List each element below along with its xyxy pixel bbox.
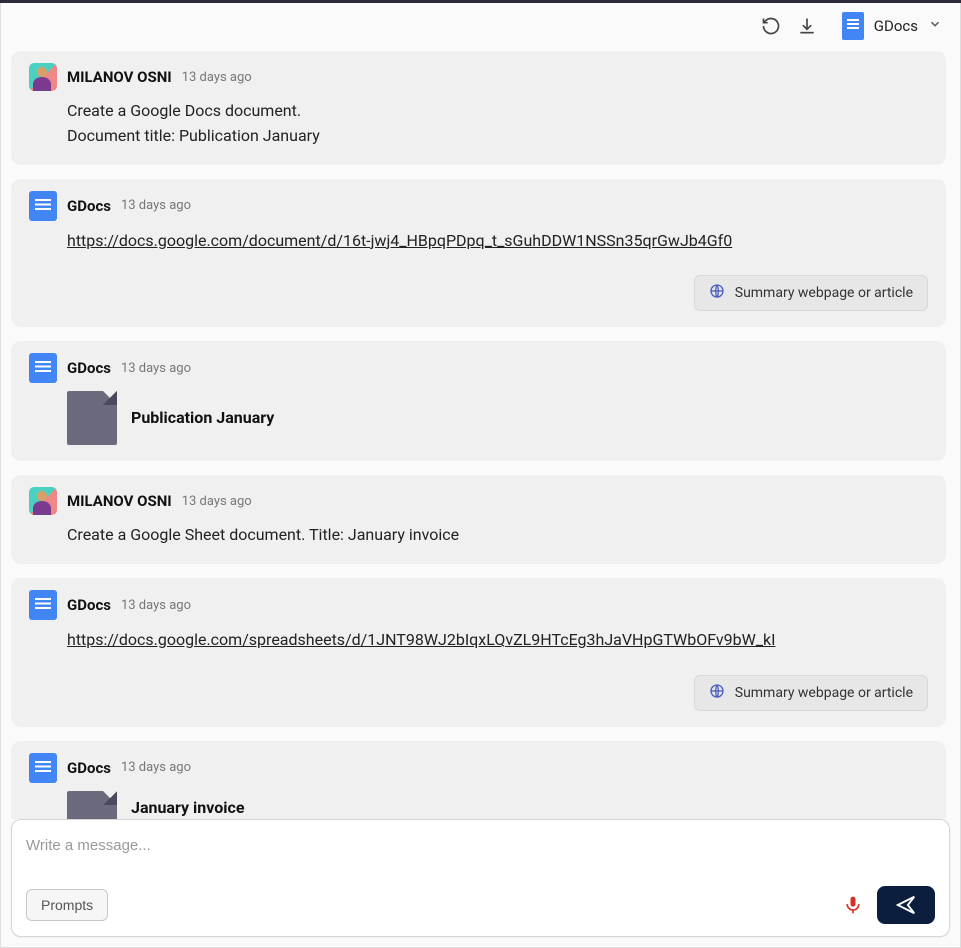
globe-icon [709, 283, 725, 303]
composer: Prompts [11, 819, 950, 937]
message-card: GDocs 13 days ago https://docs.google.co… [11, 578, 946, 727]
message-body: Create a Google Docs document. Document … [29, 99, 928, 149]
messages-scroll[interactable]: MILANOV OSNI 13 days ago Create a Google… [1, 49, 960, 819]
message-input[interactable] [26, 832, 935, 858]
send-area [843, 886, 935, 924]
message-header: MILANOV OSNI 13 days ago [29, 487, 928, 515]
app-window: GDocs MILANOV OSNI 13 days ago Create a … [0, 3, 961, 948]
chevron-down-icon [928, 17, 942, 35]
message-author: MILANOV OSNI [67, 492, 172, 510]
message-header: GDocs 13 days ago [29, 191, 928, 221]
app-selector-label: GDocs [874, 17, 918, 35]
document-link[interactable]: https://docs.google.com/document/d/16t-j… [67, 231, 732, 250]
bot-avatar [29, 353, 57, 383]
message-timestamp: 13 days ago [121, 198, 191, 213]
message-timestamp: 13 days ago [121, 760, 191, 775]
app-selector[interactable]: GDocs [832, 12, 942, 40]
message-header: GDocs 13 days ago [29, 353, 928, 383]
suggestion-label: Summary webpage or article [735, 685, 913, 701]
message-timestamp: 13 days ago [182, 494, 252, 509]
document-title: Publication January [131, 406, 274, 431]
message-header: MILANOV OSNI 13 days ago [29, 63, 928, 91]
suggestion-chip[interactable]: Summary webpage or article [694, 675, 928, 711]
prompts-button[interactable]: Prompts [26, 889, 108, 921]
message-body: https://docs.google.com/spreadsheets/d/1… [29, 628, 928, 653]
document-link[interactable]: https://docs.google.com/spreadsheets/d/1… [67, 630, 775, 649]
message-body: Create a Google Sheet document. Title: J… [29, 523, 928, 548]
message-card: GDocs 13 days ago Publication January [11, 341, 946, 461]
suggestion-label: Summary webpage or article [735, 285, 913, 301]
message-text-line: Create a Google Docs document. [67, 99, 928, 124]
message-text-line: Document title: Publication January [67, 124, 928, 149]
message-author: GDocs [67, 197, 111, 215]
message-card: GDocs 13 days ago January invoice [11, 741, 946, 819]
message-timestamp: 13 days ago [182, 70, 252, 85]
refresh-icon[interactable] [760, 15, 782, 37]
suggestion-row: Summary webpage or article [29, 675, 928, 711]
bot-avatar [29, 753, 57, 783]
message-timestamp: 13 days ago [121, 598, 191, 613]
message-card: MILANOV OSNI 13 days ago Create a Google… [11, 51, 946, 165]
message-body: January invoice [29, 791, 928, 819]
message-body: https://docs.google.com/document/d/16t-j… [29, 229, 928, 254]
message-text-line: Create a Google Sheet document. Title: J… [67, 523, 928, 548]
message-card: MILANOV OSNI 13 days ago Create a Google… [11, 475, 946, 564]
globe-icon [709, 683, 725, 703]
document-card[interactable]: January invoice [67, 791, 928, 819]
send-button[interactable] [877, 886, 935, 924]
mic-icon[interactable] [843, 894, 863, 916]
document-title: January invoice [131, 796, 244, 819]
download-icon[interactable] [796, 15, 818, 37]
bot-avatar [29, 590, 57, 620]
message-header: GDocs 13 days ago [29, 590, 928, 620]
message-card: GDocs 13 days ago https://docs.google.co… [11, 179, 946, 328]
document-card[interactable]: Publication January [67, 391, 928, 445]
user-avatar [29, 63, 57, 91]
gdocs-icon [842, 12, 864, 40]
message-author: GDocs [67, 759, 111, 777]
user-avatar [29, 487, 57, 515]
topbar: GDocs [1, 3, 960, 49]
document-thumb-icon [67, 391, 117, 445]
message-author: GDocs [67, 359, 111, 377]
message-author: GDocs [67, 596, 111, 614]
suggestion-chip[interactable]: Summary webpage or article [694, 275, 928, 311]
message-author: MILANOV OSNI [67, 68, 172, 86]
message-header: GDocs 13 days ago [29, 753, 928, 783]
suggestion-row: Summary webpage or article [29, 275, 928, 311]
composer-toolbar: Prompts [26, 886, 935, 924]
composer-area: Prompts [1, 819, 960, 947]
document-thumb-icon [67, 791, 117, 819]
bot-avatar [29, 191, 57, 221]
message-body: Publication January [29, 391, 928, 445]
message-timestamp: 13 days ago [121, 361, 191, 376]
